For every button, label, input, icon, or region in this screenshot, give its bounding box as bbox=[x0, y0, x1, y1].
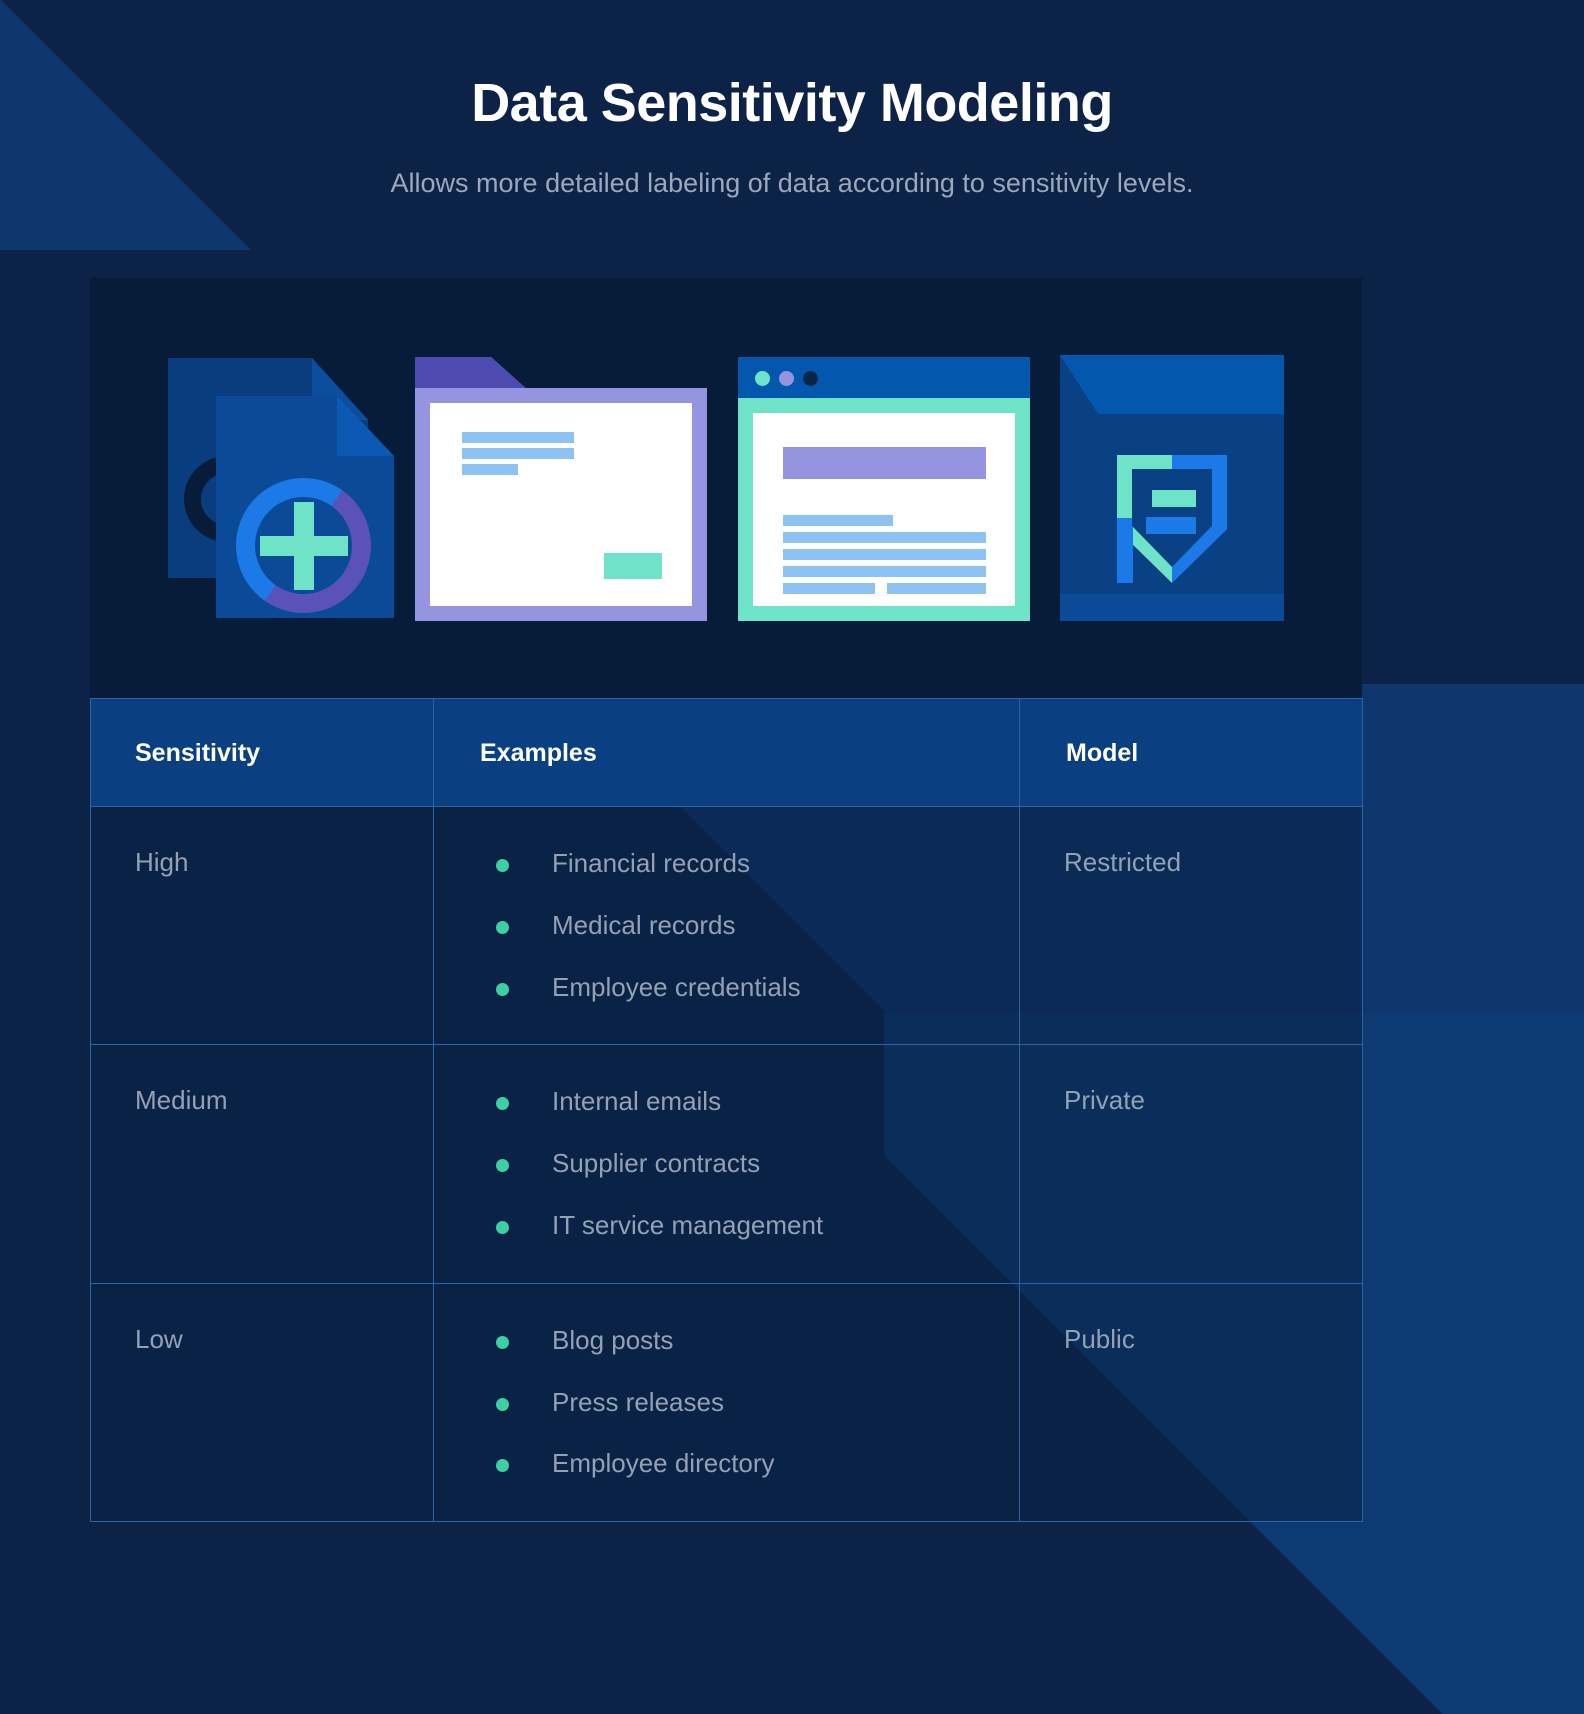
bullet-dot-icon bbox=[496, 1220, 509, 1234]
bullet-dot-icon bbox=[496, 1397, 509, 1411]
envelope-bottom bbox=[1060, 595, 1284, 621]
list-item: Financial records bbox=[478, 847, 1019, 881]
column-header-model: Model bbox=[1019, 698, 1363, 807]
bullet-dot-icon bbox=[496, 982, 509, 996]
illustration-panel bbox=[90, 278, 1362, 698]
text-line bbox=[887, 583, 986, 594]
sensitivity-table: Sensitivity Examples Model High Financia… bbox=[90, 698, 1363, 1523]
list-item-label: Medical records bbox=[552, 909, 736, 940]
envelope-shield-icon bbox=[1060, 355, 1284, 621]
text-line bbox=[783, 515, 893, 526]
text-line bbox=[462, 448, 574, 459]
list-item-label: Employee directory bbox=[552, 1448, 775, 1479]
text-line bbox=[783, 583, 875, 594]
cell-sensitivity: High bbox=[90, 805, 434, 1046]
highlight-block bbox=[604, 553, 662, 579]
table-row: Medium Internal emails Supplier contract… bbox=[90, 1044, 1363, 1284]
plus-icon-vertical bbox=[294, 502, 314, 590]
list-item-label: Supplier contracts bbox=[552, 1148, 761, 1179]
browser-content bbox=[753, 413, 1015, 606]
window-dot-dark bbox=[803, 371, 818, 386]
list-item-label: Financial records bbox=[552, 848, 750, 878]
page-header: Data Sensitivity Modeling Allows more de… bbox=[0, 0, 1584, 199]
window-dot-green bbox=[755, 371, 770, 386]
list-item: Press releases bbox=[478, 1386, 1019, 1420]
bullet-dot-icon bbox=[496, 1335, 509, 1349]
text-line bbox=[462, 432, 574, 443]
column-header-examples: Examples bbox=[433, 698, 1020, 807]
cell-model: Public bbox=[1019, 1282, 1363, 1523]
envelope-flap bbox=[1060, 355, 1284, 414]
shield-outline-left bbox=[1117, 518, 1133, 583]
cell-examples: Financial records Medical records Employ… bbox=[433, 805, 1020, 1046]
bullet-dot-icon bbox=[496, 920, 509, 934]
examples-list: Blog posts Press releases Employee direc… bbox=[478, 1324, 1019, 1481]
list-item-label: Blog posts bbox=[552, 1324, 674, 1355]
document-purple-icon bbox=[415, 357, 707, 621]
window-dot-purple bbox=[779, 371, 794, 386]
page-title: Data Sensitivity Modeling bbox=[471, 73, 1113, 133]
bullet-dot-icon bbox=[496, 1459, 509, 1473]
shield-bar-blue bbox=[1146, 517, 1196, 534]
list-item: Supplier contracts bbox=[478, 1147, 1019, 1181]
list-item: Blog posts bbox=[478, 1324, 1019, 1358]
text-line bbox=[783, 532, 986, 543]
table-header-row: Sensitivity Examples Model bbox=[90, 698, 1363, 807]
list-item-label: Employee credentials bbox=[552, 971, 801, 1002]
bullet-dot-icon bbox=[496, 859, 509, 872]
column-header-sensitivity: Sensitivity bbox=[90, 698, 434, 807]
table-row: Low Blog posts Press releases Employee d… bbox=[90, 1282, 1363, 1523]
examples-list: Financial records Medical records Employ… bbox=[478, 847, 1019, 1004]
list-item-label: Internal emails bbox=[552, 1086, 722, 1117]
cell-examples: Blog posts Press releases Employee direc… bbox=[433, 1282, 1020, 1523]
list-item: Employee credentials bbox=[478, 971, 1019, 1005]
cell-sensitivity: Medium bbox=[90, 1044, 434, 1284]
illustration-row bbox=[90, 278, 1362, 698]
list-item: Medical records bbox=[478, 909, 1019, 943]
cell-sensitivity: Low bbox=[90, 1282, 434, 1523]
cell-model: Restricted bbox=[1019, 805, 1363, 1046]
table-body: High Financial records Medical records E… bbox=[90, 805, 1363, 1523]
list-item: IT service management bbox=[478, 1209, 1019, 1243]
list-item-label: Press releases bbox=[552, 1386, 724, 1417]
folder-tab bbox=[415, 357, 527, 389]
page-subtitle: Allows more detailed labeling of data ac… bbox=[390, 168, 1194, 199]
cell-model: Private bbox=[1019, 1044, 1363, 1284]
text-line bbox=[783, 549, 986, 560]
list-item: Internal emails bbox=[478, 1085, 1019, 1119]
browser-window-icon bbox=[738, 357, 1030, 621]
shield-bar-teal bbox=[1152, 490, 1196, 507]
cell-examples: Internal emails Supplier contracts IT se… bbox=[433, 1044, 1020, 1284]
bullet-dot-icon bbox=[496, 1159, 509, 1173]
examples-list: Internal emails Supplier contracts IT se… bbox=[478, 1085, 1019, 1242]
text-line bbox=[462, 464, 518, 475]
page-root: Data Sensitivity Modeling Allows more de… bbox=[0, 0, 1584, 1714]
list-item-label: IT service management bbox=[552, 1209, 824, 1240]
text-line bbox=[783, 566, 986, 577]
list-item: Employee directory bbox=[478, 1447, 1019, 1481]
table-row: High Financial records Medical records E… bbox=[90, 805, 1363, 1046]
content-hero-block bbox=[783, 447, 986, 479]
table-header: Sensitivity Examples Model bbox=[90, 698, 1363, 807]
bullet-dot-icon bbox=[496, 1097, 509, 1111]
